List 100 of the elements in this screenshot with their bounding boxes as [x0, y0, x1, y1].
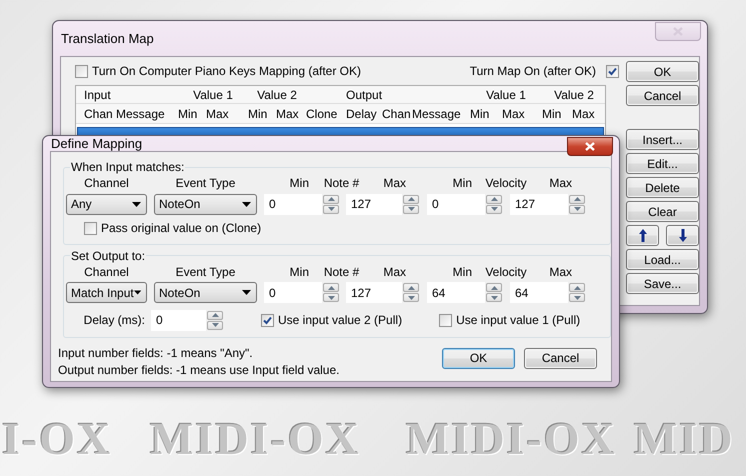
field-label: Event Type: [176, 176, 236, 190]
group-title: When Input matches:: [70, 160, 186, 174]
piano-keys-checkbox[interactable]: Turn On Computer Piano Keys Mapping (after OK): [75, 64, 362, 78]
caret-icon: [134, 290, 141, 295]
column-header[interactable]: Chan: [84, 106, 113, 120]
column-header[interactable]: Max: [276, 106, 299, 120]
dialog-button[interactable]: Cancel: [524, 348, 597, 368]
clone-checkbox[interactable]: Pass original value on (Clone): [84, 221, 262, 235]
spin-up-button[interactable]: [323, 283, 339, 292]
down-arrow-icon: [490, 207, 498, 211]
close-icon: [673, 27, 683, 36]
wallpaper-logo: I-OX: [2, 412, 112, 465]
close-button[interactable]: [567, 137, 613, 156]
down-arrow-icon: [574, 296, 580, 300]
checkbox[interactable]: [84, 222, 97, 234]
column-header[interactable]: Min: [470, 106, 490, 120]
spin-down-button[interactable]: [486, 204, 502, 214]
field-label: Max: [549, 264, 572, 278]
dialog-button[interactable]: Cancel: [626, 85, 699, 106]
close-icon: [585, 142, 595, 151]
spin-up-button[interactable]: [403, 194, 419, 204]
column-header[interactable]: Max: [572, 106, 595, 120]
spin-down-button[interactable]: [207, 320, 223, 330]
use-value-checkbox[interactable]: Use input value 2 (Pull): [261, 313, 402, 327]
group-title: Set Output to:: [70, 248, 146, 262]
checkbox[interactable]: [75, 64, 88, 78]
spin-up-button[interactable]: [486, 283, 502, 292]
move-up-button[interactable]: [626, 225, 659, 246]
column-header[interactable]: Max: [502, 106, 525, 120]
dialog-button[interactable]: Delete: [626, 177, 699, 198]
field-label: Max: [549, 176, 572, 190]
field-label: Velocity: [485, 176, 527, 190]
up-arrow-icon: [212, 313, 218, 317]
column-header[interactable]: Delay: [346, 106, 377, 120]
spin-down-button[interactable]: [403, 204, 419, 214]
down-arrow-icon: [678, 229, 686, 242]
up-arrow-icon: [490, 197, 498, 201]
up-arrow-icon: [490, 286, 498, 290]
group-header: Input: [84, 88, 111, 102]
event-type-dropdown[interactable]: NoteOn: [154, 194, 257, 214]
caret-icon: [132, 202, 141, 206]
spin-up-button[interactable]: [569, 283, 585, 292]
group-header: Value 1: [193, 88, 233, 102]
move-down-button[interactable]: [666, 225, 699, 246]
checkbox[interactable]: [439, 314, 452, 326]
column-header[interactable]: Min: [542, 106, 562, 120]
field-label: Velocity: [485, 264, 527, 278]
field-label: Max: [383, 264, 406, 278]
column-header[interactable]: Clone: [306, 106, 338, 120]
column-header[interactable]: Message: [412, 106, 461, 120]
column-header[interactable]: Max: [206, 106, 229, 120]
wallpaper-logo: MID: [634, 412, 735, 465]
column-header[interactable]: Chan: [382, 106, 411, 120]
spin-down-button[interactable]: [323, 204, 339, 214]
down-arrow-icon: [490, 296, 498, 300]
spin-up-button[interactable]: [207, 310, 223, 320]
spin-down-button[interactable]: [323, 293, 339, 302]
dialog-button[interactable]: Insert...: [626, 129, 699, 150]
field-label: Channel: [84, 176, 129, 190]
checkbox[interactable]: [606, 64, 619, 78]
spin-down-button[interactable]: [403, 293, 419, 302]
spin-down-button[interactable]: [486, 293, 502, 302]
field-label: Min: [452, 264, 472, 278]
column-header[interactable]: Message: [116, 106, 165, 120]
dialog-button[interactable]: Load...: [626, 249, 699, 270]
spin-down-button[interactable]: [569, 293, 585, 302]
checkbox[interactable]: [261, 314, 274, 326]
channel-dropdown[interactable]: Match Input: [66, 282, 147, 303]
spin-up-button[interactable]: [323, 194, 339, 204]
channel-dropdown[interactable]: Any: [66, 194, 147, 214]
spin-up-button[interactable]: [403, 283, 419, 292]
spin-up-button[interactable]: [569, 194, 585, 204]
spin-up-button[interactable]: [486, 194, 502, 204]
down-arrow-icon: [408, 207, 414, 211]
dialog-button[interactable]: Clear: [626, 201, 699, 222]
column-header[interactable]: Min: [248, 106, 268, 120]
field-label: Min: [290, 264, 309, 278]
event-type-dropdown[interactable]: NoteOn: [154, 282, 257, 303]
spin-down-button[interactable]: [569, 204, 585, 214]
dialog-button[interactable]: OK: [626, 61, 699, 82]
column-header[interactable]: Min: [178, 106, 198, 120]
field-label: Note #: [324, 264, 360, 278]
field-label: Min: [290, 176, 309, 190]
window-title: Translation Map: [61, 31, 154, 46]
caret-icon: [242, 290, 251, 295]
use-value-checkbox[interactable]: Use input value 1 (Pull): [439, 313, 580, 327]
dialog-button[interactable]: Edit...: [626, 153, 699, 174]
down-arrow-icon: [408, 296, 414, 300]
down-arrow-icon: [574, 207, 580, 211]
dialog-button[interactable]: Save...: [626, 273, 699, 294]
field-label: Event Type: [176, 264, 236, 278]
up-arrow-icon: [408, 197, 414, 201]
map-on-checkbox[interactable]: Turn Map On (after OK): [470, 64, 619, 78]
field-label: Channel: [84, 264, 129, 278]
dialog-button[interactable]: OK: [442, 348, 515, 368]
up-arrow-icon: [328, 286, 334, 290]
group-header: Value 2: [257, 88, 297, 102]
window-title: Define Mapping: [51, 136, 142, 151]
field-label: Delay (ms):: [82, 313, 146, 327]
help-text: Input number fields: -1 means "Any".: [58, 346, 254, 360]
